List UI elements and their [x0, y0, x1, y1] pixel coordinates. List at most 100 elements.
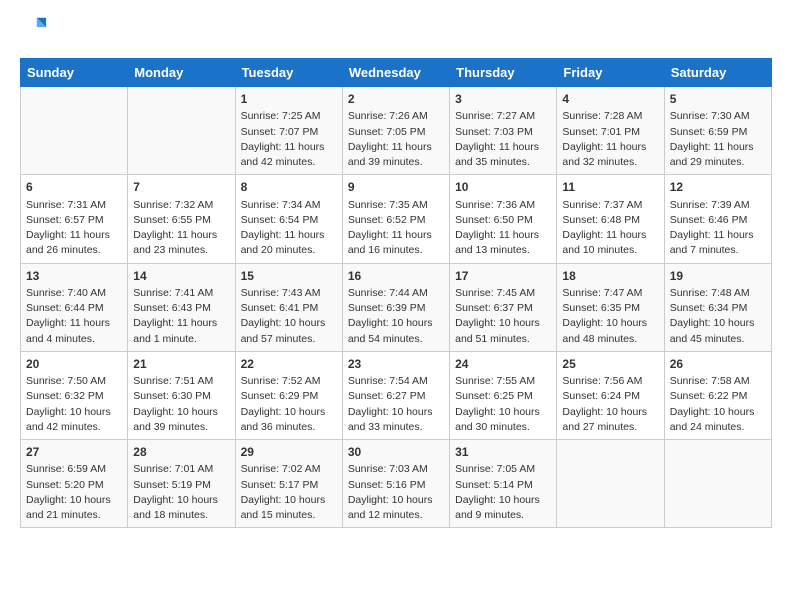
day-number: 10	[455, 179, 551, 196]
cell-content: Sunrise: 7:47 AMSunset: 6:35 PMDaylight:…	[562, 286, 658, 347]
cell-content: Sunrise: 7:50 AMSunset: 6:32 PMDaylight:…	[26, 374, 122, 435]
cell-content: Sunrise: 7:48 AMSunset: 6:34 PMDaylight:…	[670, 286, 766, 347]
calendar-cell	[21, 87, 128, 175]
day-of-week-header: Wednesday	[342, 59, 449, 87]
cell-content: Sunrise: 7:54 AMSunset: 6:27 PMDaylight:…	[348, 374, 444, 435]
cell-content: Sunrise: 7:43 AMSunset: 6:41 PMDaylight:…	[241, 286, 337, 347]
calendar-cell: 24Sunrise: 7:55 AMSunset: 6:25 PMDayligh…	[450, 351, 557, 439]
calendar-cell	[557, 440, 664, 528]
cell-content: Sunrise: 7:45 AMSunset: 6:37 PMDaylight:…	[455, 286, 551, 347]
calendar-cell: 27Sunrise: 6:59 AMSunset: 5:20 PMDayligh…	[21, 440, 128, 528]
cell-content: Sunrise: 7:32 AMSunset: 6:55 PMDaylight:…	[133, 198, 229, 259]
day-number: 30	[348, 444, 444, 461]
calendar-cell: 5Sunrise: 7:30 AMSunset: 6:59 PMDaylight…	[664, 87, 771, 175]
calendar-cell: 8 Sunrise: 7:34 AMSunset: 6:54 PMDaylight…	[235, 175, 342, 263]
day-number: 17	[455, 268, 551, 285]
day-of-week-header: Friday	[557, 59, 664, 87]
day-number: 25	[562, 356, 658, 373]
cell-content: Sunrise: 7:40 AMSunset: 6:44 PMDaylight:…	[26, 286, 122, 347]
calendar-cell: 21Sunrise: 7:51 AMSunset: 6:30 PMDayligh…	[128, 351, 235, 439]
day-number: 11	[562, 179, 658, 196]
cell-content: Sunrise: 7:44 AMSunset: 6:39 PMDaylight:…	[348, 286, 444, 347]
calendar-week-row: 27Sunrise: 6:59 AMSunset: 5:20 PMDayligh…	[21, 440, 772, 528]
calendar-cell: 29Sunrise: 7:02 AMSunset: 5:17 PMDayligh…	[235, 440, 342, 528]
cell-content: Sunrise: 7:28 AMSunset: 7:01 PMDaylight:…	[562, 109, 658, 170]
cell-content: Sunrise: 7:26 AMSunset: 7:05 PMDaylight:…	[348, 109, 444, 170]
calendar-cell	[664, 440, 771, 528]
cell-content: Sunrise: 6:59 AMSunset: 5:20 PMDaylight:…	[26, 462, 122, 523]
calendar-cell: 13Sunrise: 7:40 AMSunset: 6:44 PMDayligh…	[21, 263, 128, 351]
calendar-cell: 12Sunrise: 7:39 AMSunset: 6:46 PMDayligh…	[664, 175, 771, 263]
calendar-cell: 9 Sunrise: 7:35 AMSunset: 6:52 PMDaylight…	[342, 175, 449, 263]
day-number: 4	[562, 91, 658, 108]
cell-content: Sunrise: 7:51 AMSunset: 6:30 PMDaylight:…	[133, 374, 229, 435]
day-number: 27	[26, 444, 122, 461]
day-number: 3	[455, 91, 551, 108]
day-number: 8	[241, 179, 337, 196]
cell-content: Sunrise: 7:58 AMSunset: 6:22 PMDaylight:…	[670, 374, 766, 435]
cell-content: Sunrise: 7:03 AMSunset: 5:16 PMDaylight:…	[348, 462, 444, 523]
calendar-cell: 25Sunrise: 7:56 AMSunset: 6:24 PMDayligh…	[557, 351, 664, 439]
day-number: 21	[133, 356, 229, 373]
calendar-cell: 6 Sunrise: 7:31 AMSunset: 6:57 PMDaylight…	[21, 175, 128, 263]
calendar-table: SundayMondayTuesdayWednesdayThursdayFrid…	[20, 58, 772, 528]
calendar-cell: 3Sunrise: 7:27 AMSunset: 7:03 PMDaylight…	[450, 87, 557, 175]
calendar-week-row: 1Sunrise: 7:25 AMSunset: 7:07 PMDaylight…	[21, 87, 772, 175]
calendar-week-row: 20Sunrise: 7:50 AMSunset: 6:32 PMDayligh…	[21, 351, 772, 439]
day-number: 2	[348, 91, 444, 108]
cell-content: Sunrise: 7:27 AMSunset: 7:03 PMDaylight:…	[455, 109, 551, 170]
calendar-cell: 7Sunrise: 7:32 AMSunset: 6:55 PMDaylight…	[128, 175, 235, 263]
cell-content: Sunrise: 7:05 AMSunset: 5:14 PMDaylight:…	[455, 462, 551, 523]
day-number: 9	[348, 179, 444, 196]
day-number: 14	[133, 268, 229, 285]
cell-content: Sunrise: 7:02 AMSunset: 5:17 PMDaylight:…	[241, 462, 337, 523]
calendar-cell: 16Sunrise: 7:44 AMSunset: 6:39 PMDayligh…	[342, 263, 449, 351]
day-number: 5	[670, 91, 766, 108]
day-number: 18	[562, 268, 658, 285]
calendar-cell: 2Sunrise: 7:26 AMSunset: 7:05 PMDaylight…	[342, 87, 449, 175]
calendar-week-row: 6 Sunrise: 7:31 AMSunset: 6:57 PMDaylight…	[21, 175, 772, 263]
day-number: 16	[348, 268, 444, 285]
calendar-header-row: SundayMondayTuesdayWednesdayThursdayFrid…	[21, 59, 772, 87]
day-number: 26	[670, 356, 766, 373]
cell-content: Sunrise: 7:37 AMSunset: 6:48 PMDaylight:…	[562, 198, 658, 259]
cell-content: Sunrise: 7:55 AMSunset: 6:25 PMDaylight:…	[455, 374, 551, 435]
day-of-week-header: Saturday	[664, 59, 771, 87]
cell-content: Sunrise: 7:52 AMSunset: 6:29 PMDaylight:…	[241, 374, 337, 435]
calendar-cell: 14Sunrise: 7:41 AMSunset: 6:43 PMDayligh…	[128, 263, 235, 351]
day-number: 31	[455, 444, 551, 461]
day-of-week-header: Monday	[128, 59, 235, 87]
day-number: 29	[241, 444, 337, 461]
logo	[20, 20, 50, 42]
cell-content: Sunrise: 7:31 AMSunset: 6:57 PMDaylight:…	[26, 198, 122, 259]
calendar-cell: 20Sunrise: 7:50 AMSunset: 6:32 PMDayligh…	[21, 351, 128, 439]
day-of-week-header: Sunday	[21, 59, 128, 87]
calendar-cell: 31Sunrise: 7:05 AMSunset: 5:14 PMDayligh…	[450, 440, 557, 528]
day-number: 6	[26, 179, 122, 196]
page-header	[20, 20, 772, 42]
cell-content: Sunrise: 7:25 AMSunset: 7:07 PMDaylight:…	[241, 109, 337, 170]
calendar-cell: 11 Sunrise: 7:37 AMSunset: 6:48 PMDayligh…	[557, 175, 664, 263]
day-number: 12	[670, 179, 766, 196]
cell-content: Sunrise: 7:41 AMSunset: 6:43 PMDaylight:…	[133, 286, 229, 347]
day-number: 13	[26, 268, 122, 285]
calendar-cell: 4Sunrise: 7:28 AMSunset: 7:01 PMDaylight…	[557, 87, 664, 175]
day-number: 1	[241, 91, 337, 108]
day-number: 23	[348, 356, 444, 373]
cell-content: Sunrise: 7:56 AMSunset: 6:24 PMDaylight:…	[562, 374, 658, 435]
calendar-cell: 19Sunrise: 7:48 AMSunset: 6:34 PMDayligh…	[664, 263, 771, 351]
calendar-cell	[128, 87, 235, 175]
cell-content: Sunrise: 7:35 AMSunset: 6:52 PMDaylight:…	[348, 198, 444, 259]
calendar-cell: 22Sunrise: 7:52 AMSunset: 6:29 PMDayligh…	[235, 351, 342, 439]
calendar-week-row: 13Sunrise: 7:40 AMSunset: 6:44 PMDayligh…	[21, 263, 772, 351]
cell-content: Sunrise: 7:34 AMSunset: 6:54 PMDaylight:…	[241, 198, 337, 259]
cell-content: Sunrise: 7:01 AMSunset: 5:19 PMDaylight:…	[133, 462, 229, 523]
day-number: 19	[670, 268, 766, 285]
cell-content: Sunrise: 7:30 AMSunset: 6:59 PMDaylight:…	[670, 109, 766, 170]
calendar-cell: 15Sunrise: 7:43 AMSunset: 6:41 PMDayligh…	[235, 263, 342, 351]
calendar-cell: 1Sunrise: 7:25 AMSunset: 7:07 PMDaylight…	[235, 87, 342, 175]
cell-content: Sunrise: 7:36 AMSunset: 6:50 PMDaylight:…	[455, 198, 551, 259]
calendar-cell: 28Sunrise: 7:01 AMSunset: 5:19 PMDayligh…	[128, 440, 235, 528]
calendar-cell: 26Sunrise: 7:58 AMSunset: 6:22 PMDayligh…	[664, 351, 771, 439]
calendar-cell: 23Sunrise: 7:54 AMSunset: 6:27 PMDayligh…	[342, 351, 449, 439]
